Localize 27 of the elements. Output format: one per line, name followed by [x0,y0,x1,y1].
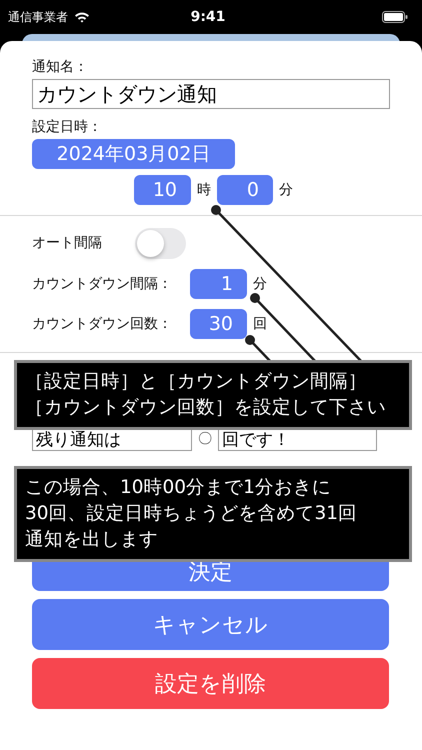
unit-label: 分 [253,275,267,293]
interval-field[interactable]: 1 [190,269,247,299]
interval-label: カウントダウン間隔： [32,275,173,293]
battery-icon [382,11,408,23]
tooltip-text: ［カウントダウン回数］を設定して下さい [25,396,386,420]
tooltip-text: この場合、10時00分まで1分おきに [25,476,331,500]
field-label: 通知名： [32,58,89,76]
remaining-count: 〇 [198,430,212,448]
unit-label: 分 [279,181,293,199]
count-field[interactable]: 30 [190,309,247,339]
clock-time: 9:41 [190,9,226,25]
tooltip-text: 30回、設定日時ちょうどを含めて31回 [25,502,358,526]
tooltip-text: ［設定日時］と［カウントダウン間隔］ [25,370,367,394]
action-button[interactable]: キャンセル [32,599,389,650]
wifi-icon [74,11,90,23]
hour-field[interactable]: 10 [134,175,191,205]
minute-field[interactable]: 0 [217,175,273,205]
carrier-name: 通信事業者 [8,8,68,26]
toggle-switch[interactable] [135,228,186,258]
name-input-field[interactable]: カウントダウン通知 [32,79,390,109]
auto-interval-label: オート間隔 [32,234,103,252]
date-button[interactable]: 2024年03月02日 [32,139,235,169]
delete-button[interactable]: 設定を削除 [32,658,389,709]
unit-label: 回 [253,315,267,333]
unit-label: 時 [197,181,211,199]
field-label: 設定日時： [32,118,103,136]
count-label: カウントダウン回数： [32,315,173,333]
